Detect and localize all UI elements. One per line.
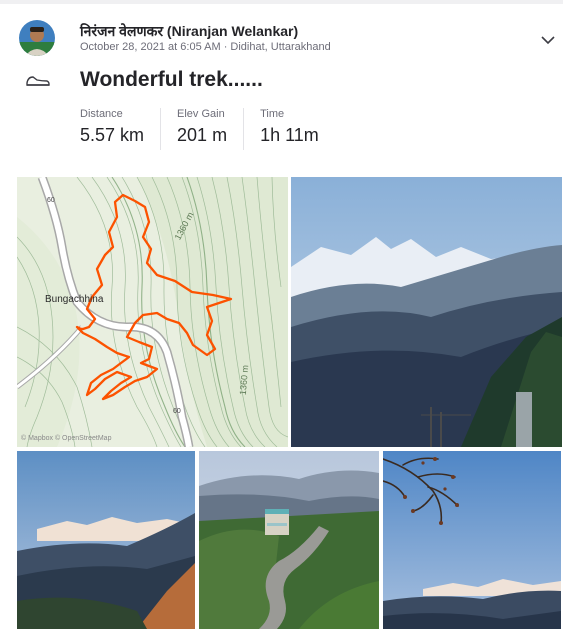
map-label-road: 60	[173, 408, 181, 415]
stat-elev-gain: Elev Gain 201 m	[177, 108, 245, 150]
top-divider	[0, 0, 563, 4]
stat-distance: Distance 5.57 km	[80, 108, 162, 150]
activity-meta: October 28, 2021 at 6:05 AM · Didihat, U…	[80, 41, 331, 53]
stat-label: Elev Gain	[177, 108, 225, 120]
stat-value: 5.57 km	[80, 125, 145, 145]
chevron-down-icon[interactable]	[540, 32, 556, 45]
activity-photo[interactable]	[17, 451, 195, 629]
map-label-town: Bungachhina	[45, 294, 104, 305]
stat-label: Distance	[80, 108, 123, 120]
avatar[interactable]	[19, 20, 55, 56]
stat-value: 1h 11m	[260, 125, 319, 145]
stat-value: 201 m	[177, 125, 228, 145]
route-map[interactable]: Bungachhina 1360 m 1360 m 60 60 © Mapbox…	[17, 177, 288, 447]
activity-photo[interactable]	[199, 451, 379, 629]
stat-time: Time 1h 11m	[260, 108, 335, 150]
stats-row: Distance 5.57 km Elev Gain 201 m Time 1h…	[80, 108, 351, 150]
athlete-name[interactable]: निरंजन वेलणकर (Niranjan Welankar)	[80, 22, 298, 41]
map-label-road: 60	[47, 197, 55, 204]
activity-photo[interactable]	[291, 177, 562, 447]
activity-title[interactable]: Wonderful trek......	[80, 68, 263, 92]
shoe-icon	[25, 72, 51, 88]
stat-label: Time	[260, 108, 285, 120]
map-attribution: © Mapbox © OpenStreetMap	[21, 435, 112, 442]
activity-photo[interactable]	[383, 451, 561, 629]
